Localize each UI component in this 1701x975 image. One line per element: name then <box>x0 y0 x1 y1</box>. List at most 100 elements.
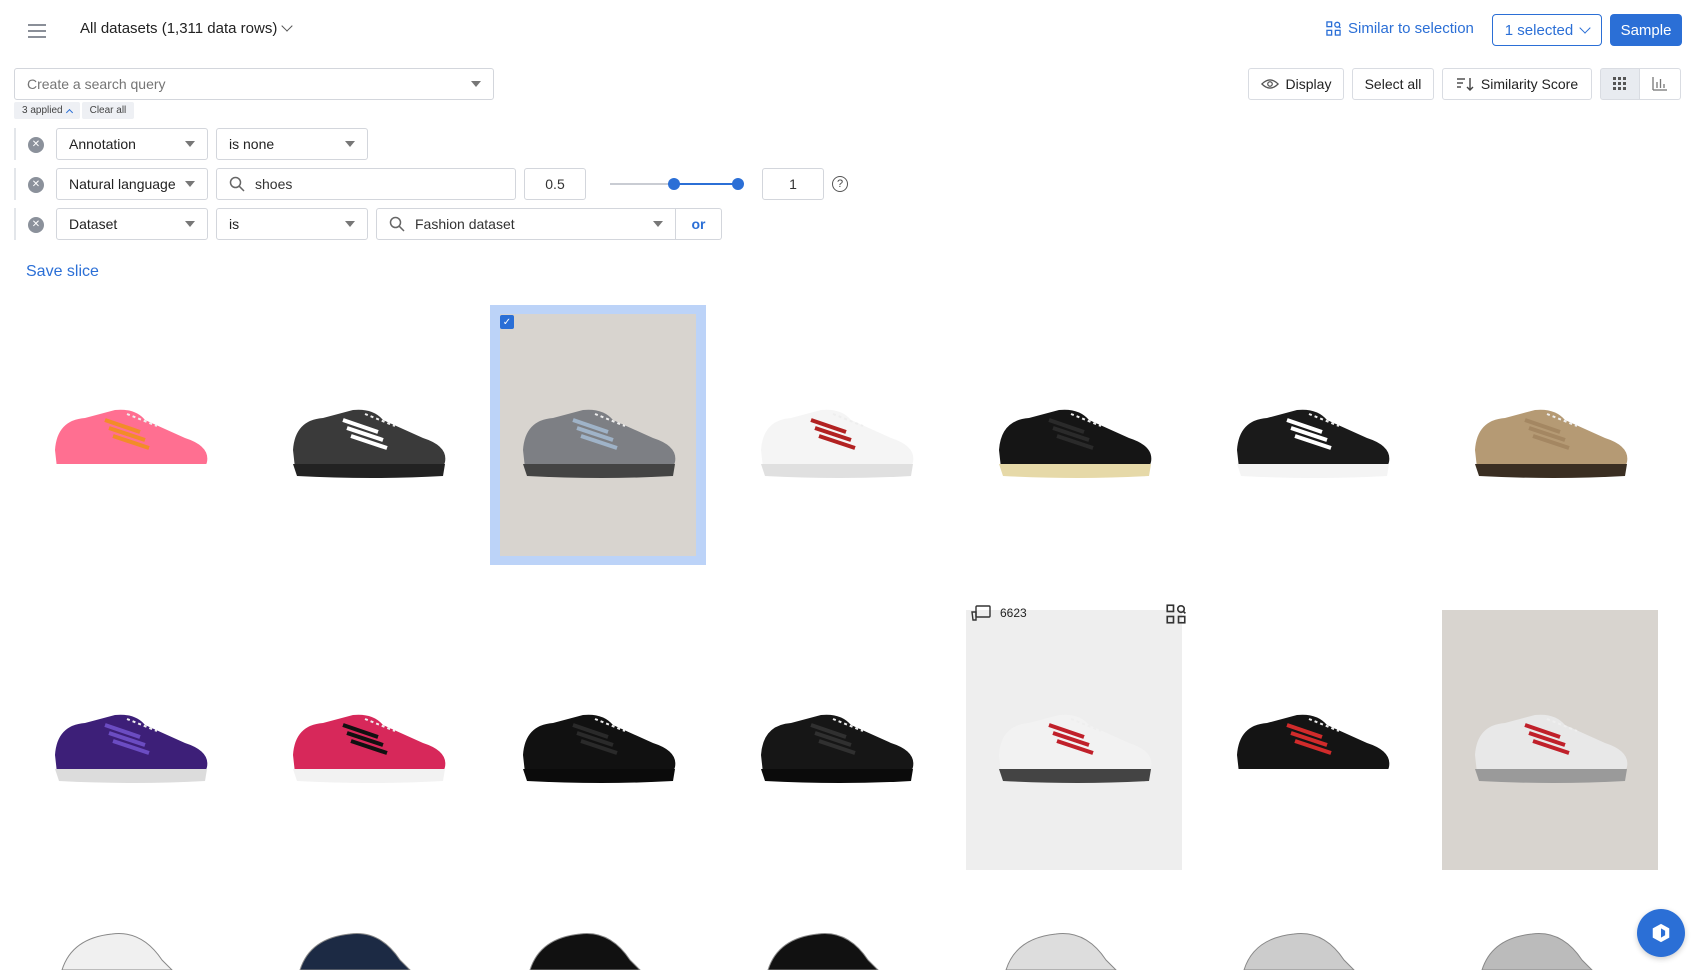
grid-image <box>500 619 696 861</box>
shoe-image <box>1005 933 1117 970</box>
shoe-image <box>1481 933 1593 970</box>
save-slice-link[interactable]: Save slice <box>26 263 99 281</box>
grid-image-tile[interactable]: ✓ <box>490 305 706 565</box>
slider-min-handle[interactable] <box>668 178 680 190</box>
similar-to-selection-button[interactable]: Similar to selection <box>1326 20 1474 37</box>
grid-image-tile-partial[interactable] <box>996 920 1136 970</box>
grid-image-tile-partial[interactable] <box>1234 920 1374 970</box>
dataset-selector-label: All datasets (1,311 data rows) <box>80 20 278 37</box>
selected-checkbox[interactable]: ✓ <box>500 315 514 329</box>
filter-row-bar <box>14 128 16 160</box>
caret-down-icon <box>345 221 355 227</box>
search-query-box[interactable] <box>14 68 494 100</box>
grid-image <box>1214 619 1410 861</box>
similarity-icon <box>1326 21 1341 36</box>
grid-image-tile-partial[interactable] <box>290 920 430 970</box>
grid-image-tile[interactable] <box>260 610 476 870</box>
shoe-image <box>55 409 208 478</box>
similarity-max-input[interactable]: 1 <box>762 168 824 200</box>
similarity-min-input[interactable]: 0.5 <box>524 168 586 200</box>
grid-image-tile-partial[interactable] <box>520 920 660 970</box>
caret-down-icon <box>185 221 195 227</box>
filter-field-value: Natural language <box>69 176 176 192</box>
grid-image <box>270 619 466 861</box>
eye-icon <box>1260 79 1279 89</box>
grid-image <box>32 314 228 556</box>
slider-range <box>674 183 738 185</box>
grid-image-tile[interactable] <box>966 305 1182 565</box>
caret-down-icon <box>185 141 195 147</box>
hexagon-logo-icon <box>1652 923 1670 943</box>
sort-icon <box>1456 78 1474 91</box>
filter-row-natural-language: ✕ Natural language shoes 0.5 1 ? <box>14 168 864 200</box>
grid-image-tile[interactable] <box>966 610 1182 870</box>
grid-image-tile-partial[interactable] <box>1472 920 1612 970</box>
grid-image-tile[interactable] <box>260 305 476 565</box>
shoe-image <box>767 933 879 970</box>
grid-image <box>976 314 1172 556</box>
shoe-image <box>1475 714 1628 783</box>
grid-image <box>738 619 934 861</box>
sample-button[interactable]: Sample <box>1610 14 1682 46</box>
grid-image-tile[interactable] <box>728 305 944 565</box>
filter-operator-select[interactable]: is none <box>216 128 368 160</box>
grid-image-tile[interactable] <box>1204 305 1420 565</box>
natural-language-query-input[interactable]: shoes <box>216 168 516 200</box>
help-assistant-button[interactable] <box>1637 909 1685 957</box>
clear-all-button[interactable]: Clear all <box>81 102 135 119</box>
grid-image-tile[interactable] <box>22 305 238 565</box>
grid-image-tile[interactable] <box>22 610 238 870</box>
applied-filters-chip[interactable]: 3 applied <box>14 102 80 119</box>
chart-view-button[interactable] <box>1639 68 1681 100</box>
shoe-image <box>523 409 676 478</box>
grid-image-tile[interactable] <box>490 610 706 870</box>
natural-language-query-value: shoes <box>255 176 293 192</box>
grid-image <box>500 314 696 556</box>
annotate-icon[interactable] <box>970 604 992 622</box>
remove-filter-icon[interactable]: ✕ <box>28 137 44 153</box>
grid-image-tile-partial[interactable] <box>52 920 192 970</box>
caret-down-icon <box>185 181 195 187</box>
remove-filter-icon[interactable]: ✕ <box>28 217 44 233</box>
shoe-image <box>1243 933 1355 970</box>
caret-down-icon <box>653 221 663 227</box>
grid-image-tile[interactable] <box>1204 610 1420 870</box>
sort-button[interactable]: Similarity Score <box>1442 68 1592 100</box>
chevron-down-icon <box>1579 21 1591 34</box>
display-button[interactable]: Display <box>1248 68 1344 100</box>
filter-field-select[interactable]: Annotation <box>56 128 208 160</box>
dataset-value: Fashion dataset <box>415 216 515 232</box>
grid-view-button[interactable] <box>1600 68 1640 100</box>
chevron-down-icon <box>281 20 293 32</box>
shoe-image <box>999 714 1152 783</box>
bar-chart-icon <box>1652 77 1667 91</box>
select-all-button[interactable]: Select all <box>1352 68 1434 100</box>
menu-icon[interactable] <box>24 18 50 44</box>
dataset-selector[interactable]: All datasets (1,311 data rows) <box>80 20 293 37</box>
grid-image-tile[interactable] <box>1442 305 1658 565</box>
data-row-id: 6623 <box>1000 606 1027 620</box>
filter-row-bar <box>14 168 16 200</box>
caret-down-icon[interactable] <box>471 81 481 87</box>
grid-image-tile[interactable] <box>728 610 944 870</box>
help-icon[interactable]: ? <box>832 176 848 192</box>
search-input[interactable] <box>27 76 471 92</box>
remove-filter-icon[interactable]: ✕ <box>28 177 44 193</box>
slider-max-handle[interactable] <box>732 178 744 190</box>
display-label: Display <box>1285 76 1332 92</box>
find-similar-icon[interactable] <box>1166 604 1186 624</box>
dataset-value-select[interactable]: Fashion dataset <box>376 208 676 240</box>
filter-operator-select[interactable]: is <box>216 208 368 240</box>
shoe-image <box>293 409 446 478</box>
hover-toolbar: 6623 <box>970 598 1210 628</box>
grid-image-tile[interactable] <box>1442 610 1658 870</box>
grid-image <box>1442 610 1658 870</box>
selection-dropdown[interactable]: 1 selected <box>1492 14 1602 46</box>
shoe-image <box>529 933 641 970</box>
filter-field-select[interactable]: Dataset <box>56 208 208 240</box>
or-button[interactable]: or <box>676 208 722 240</box>
grid-image-tile-partial[interactable] <box>758 920 898 970</box>
similarity-range-slider[interactable] <box>610 168 744 200</box>
filter-field-select[interactable]: Natural language <box>56 168 208 200</box>
filter-field-value: Annotation <box>69 136 136 152</box>
